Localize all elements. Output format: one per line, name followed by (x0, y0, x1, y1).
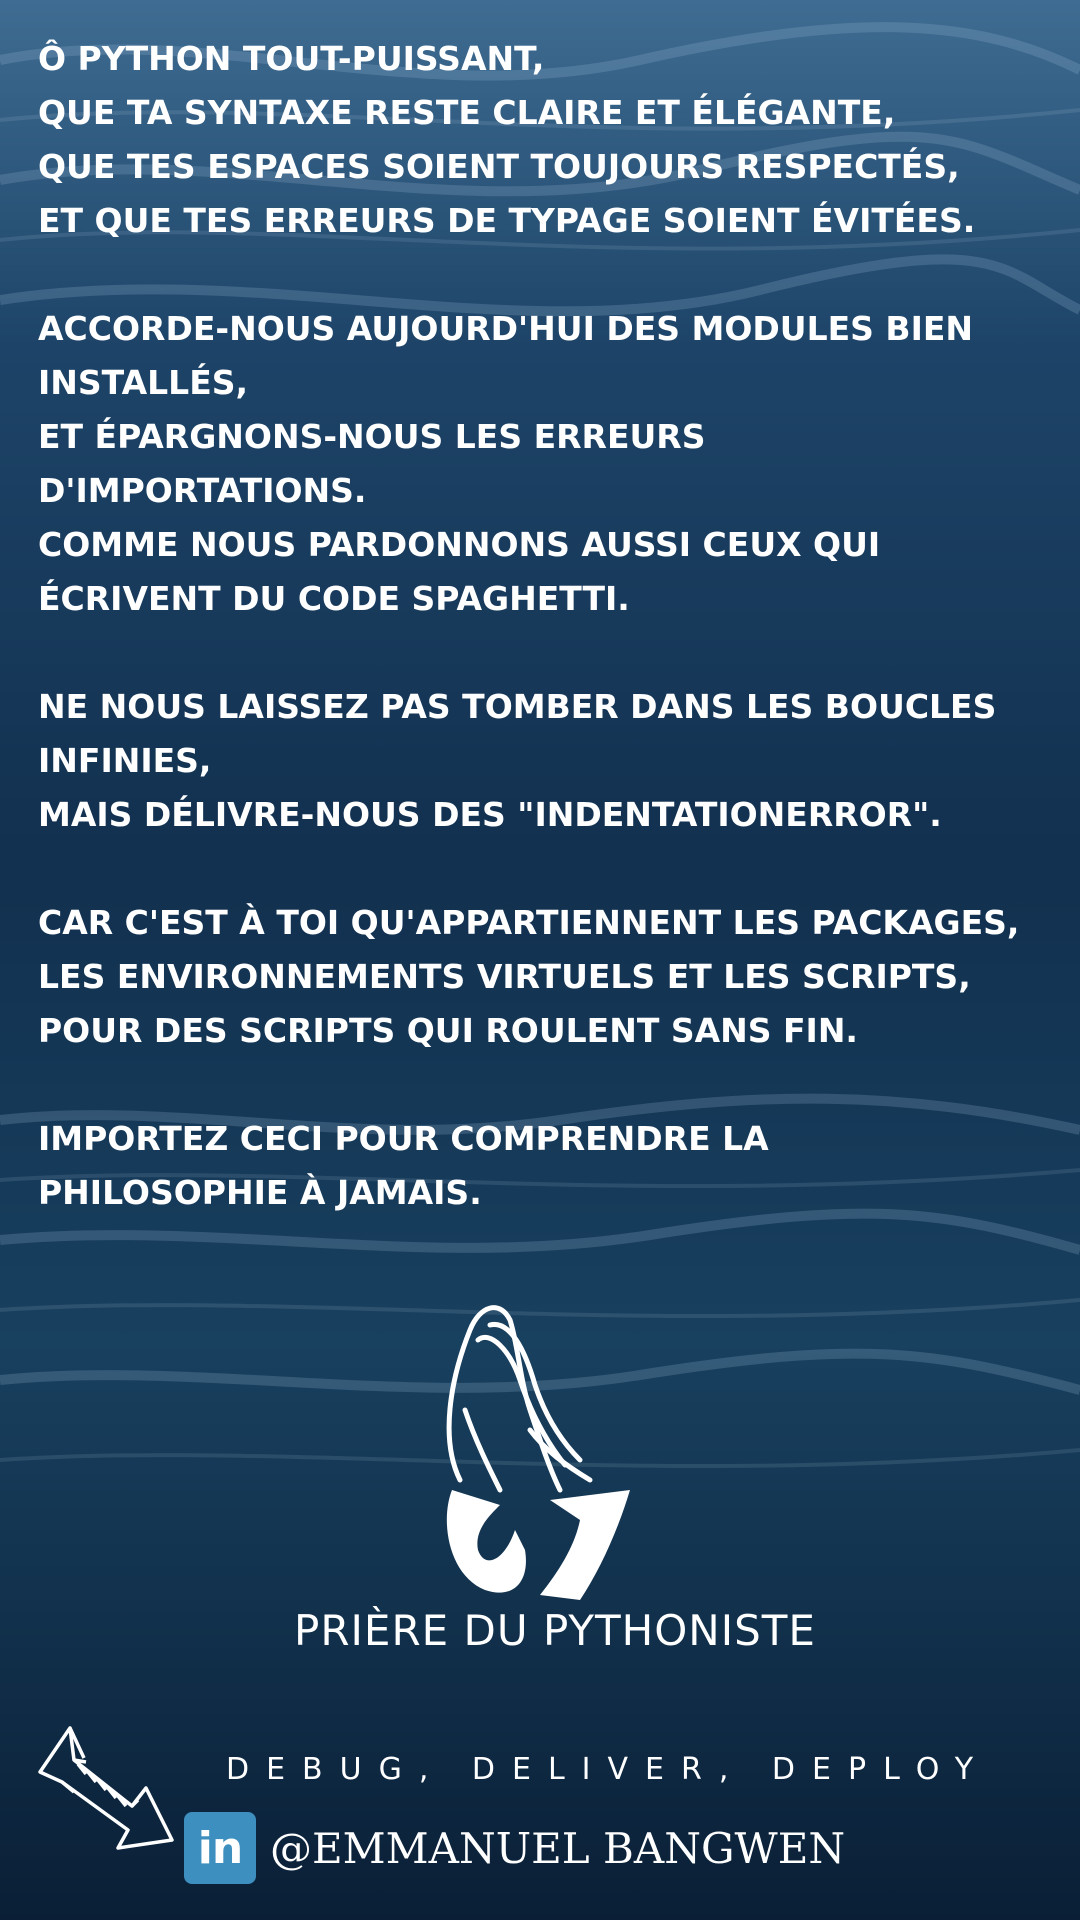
praying-hands-icon (446, 1305, 630, 1600)
linkedin-icon: in (184, 1812, 256, 1884)
tagline: DEBUG, DELIVER, DEPLOY (226, 1752, 991, 1787)
arrow-down-right-icon (38, 1726, 174, 1850)
stanza-1: Ô python tout-puissant, que ta syntaxe r… (38, 39, 976, 240)
stanza-5: Importez ceci pour comprendre la philoso… (38, 1119, 769, 1212)
stanza-2: Accorde-nous aujourd'hui des modules bie… (38, 309, 974, 618)
stanza-4: Car c'est à toi qu'appartiennent les pac… (38, 903, 1020, 1050)
social-handle: in @EMMANUEL BANGWEN (184, 1812, 845, 1884)
stanza-3: Ne nous laissez pas tomber dans les bouc… (38, 687, 997, 834)
linkedin-handle: @EMMANUEL BANGWEN (270, 1823, 846, 1873)
prayer-text: Ô python tout-puissant, que ta syntaxe r… (38, 32, 1058, 1274)
prayer-title: PRIÈRE DU PYTHONISTE (294, 1606, 816, 1655)
